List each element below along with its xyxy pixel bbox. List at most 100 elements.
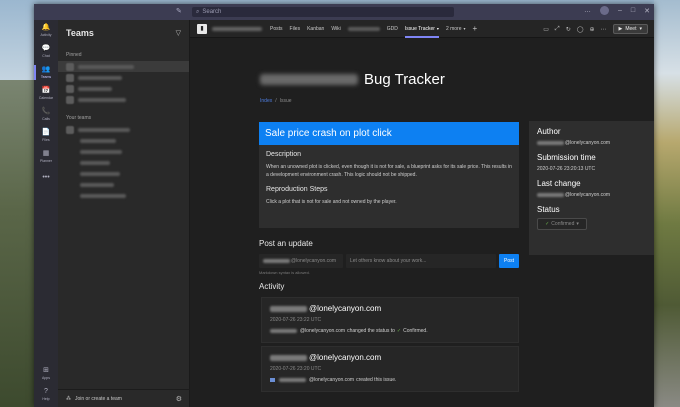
search-placeholder: Search bbox=[202, 9, 222, 15]
channel-item[interactable] bbox=[58, 157, 189, 168]
join-create-team-button[interactable]: ⁂ Join or create a team bbox=[66, 396, 122, 402]
your-teams-label: Your teams bbox=[66, 115, 92, 121]
tab-more[interactable]: 2 more ▾ bbox=[446, 20, 466, 38]
redacted-text bbox=[78, 97, 126, 102]
team-item[interactable] bbox=[58, 124, 189, 135]
rail-calendar[interactable]: 📅 Calendar bbox=[34, 83, 58, 104]
rail-calls[interactable]: 📞 Calls bbox=[34, 104, 58, 125]
page-title-text: Bug Tracker bbox=[364, 71, 445, 88]
issue-meta-panel: Author @lonelycanyon.com Submission time… bbox=[529, 121, 654, 255]
expand-icon[interactable]: ⤢ bbox=[555, 26, 560, 33]
activity-entry: @lonelycanyon.com 2020-07-26 23:20 UTC @… bbox=[261, 346, 519, 392]
tab-redacted[interactable] bbox=[347, 20, 380, 38]
avatar bbox=[66, 125, 74, 134]
breadcrumb-index-link[interactable]: Index bbox=[260, 98, 272, 104]
profile-avatar[interactable] bbox=[599, 6, 609, 15]
refresh-icon[interactable]: ↻ bbox=[566, 26, 571, 33]
rail-apps[interactable]: ⊞ Apps bbox=[34, 363, 58, 384]
maximize-icon[interactable]: □ bbox=[631, 7, 635, 14]
pinned-chat-item[interactable] bbox=[58, 72, 189, 83]
search-bar[interactable]: ⌕ Search bbox=[192, 7, 454, 17]
redacted-text bbox=[80, 193, 126, 198]
tab-posts[interactable]: Posts bbox=[270, 20, 283, 38]
phone-icon: 📞 bbox=[41, 108, 51, 115]
tab-files[interactable]: Files bbox=[290, 20, 301, 38]
pinned-chat-item[interactable] bbox=[58, 61, 189, 72]
settings-gear-icon[interactable]: ⚙ bbox=[176, 395, 182, 403]
activity-text: @lonelycanyon.com created this issue. bbox=[270, 377, 510, 383]
close-icon[interactable]: ✕ bbox=[644, 7, 650, 15]
channel-item[interactable] bbox=[58, 135, 189, 146]
activity-entry: @lonelycanyon.com 2020-07-26 23:22 UTC @… bbox=[261, 297, 519, 343]
rail-label: Files bbox=[42, 138, 50, 142]
rail-label: Activity bbox=[40, 33, 52, 37]
redacted-text bbox=[80, 160, 110, 165]
tab-kanban[interactable]: Kanban bbox=[307, 20, 324, 38]
channel-item[interactable] bbox=[58, 168, 189, 179]
poster-email: @lonelycanyon.com bbox=[291, 258, 337, 264]
tab-wiki[interactable]: Wiki bbox=[331, 20, 340, 38]
channel-item[interactable] bbox=[58, 190, 189, 201]
rail-planner[interactable]: ▦ Planner bbox=[34, 146, 58, 167]
redacted-text bbox=[78, 127, 130, 132]
redacted-channel-name bbox=[212, 26, 262, 31]
post-button[interactable]: Post bbox=[499, 254, 519, 268]
activity-time: 2020-07-26 23:22 UTC bbox=[270, 317, 322, 323]
app-rail: 🔔 Activity 💬 Chat 👥 Teams 📅 Calendar 📞 C… bbox=[34, 20, 58, 407]
update-input[interactable]: Let others know about your work... bbox=[346, 254, 496, 268]
more-icon: ••• bbox=[42, 173, 50, 181]
panel-title: Teams bbox=[66, 28, 94, 38]
meet-button[interactable]: ▶ Meet ▾ bbox=[612, 24, 648, 34]
channel-item[interactable] bbox=[58, 146, 189, 157]
conversation-icon[interactable]: ▭ bbox=[543, 26, 549, 33]
avatar bbox=[66, 84, 74, 93]
compose-icon[interactable]: ✎ bbox=[176, 7, 182, 15]
page-title: Bug Tracker bbox=[260, 71, 445, 88]
redacted-text bbox=[78, 86, 112, 91]
rail-help[interactable]: ? Help bbox=[34, 384, 58, 405]
description-text: When an unowned plot is clicked, even th… bbox=[266, 164, 512, 178]
pinned-label: Pinned bbox=[66, 52, 82, 58]
check-icon: ✓ bbox=[545, 221, 550, 227]
rail-more[interactable]: ••• bbox=[34, 167, 58, 188]
more-options-icon[interactable]: ⋯ bbox=[601, 26, 607, 33]
more-options-icon[interactable]: … bbox=[584, 7, 591, 14]
issue-title: Sale price crash on plot click bbox=[259, 122, 519, 145]
team-logo-icon: ▮ bbox=[197, 23, 207, 34]
add-tab-button[interactable]: + bbox=[473, 20, 478, 38]
redacted-text bbox=[80, 149, 122, 154]
redacted-text bbox=[80, 182, 114, 187]
title-bar: ✎ ⌕ Search … – □ ✕ bbox=[34, 4, 654, 20]
rail-chat[interactable]: 💬 Chat bbox=[34, 41, 58, 62]
status-dropdown[interactable]: ✓ Confirmed ▾ bbox=[537, 218, 587, 230]
tab-gdd[interactable]: GDD bbox=[387, 20, 398, 38]
poster-email-field: @lonelycanyon.com bbox=[259, 254, 343, 268]
repro-text: Click a plot that is not for sale and no… bbox=[266, 199, 397, 205]
minimize-icon[interactable]: – bbox=[618, 7, 622, 14]
filter-icon[interactable]: ▽ bbox=[176, 29, 181, 37]
rail-teams[interactable]: 👥 Teams bbox=[34, 62, 58, 83]
activity-action: changed the status to bbox=[347, 328, 395, 334]
pinned-chat-item[interactable] bbox=[58, 83, 189, 94]
video-camera-icon: ▶ bbox=[618, 26, 623, 32]
rail-activity[interactable]: 🔔 Activity bbox=[34, 20, 58, 41]
globe-icon[interactable]: ⊕ bbox=[589, 26, 594, 33]
activity-text-email: @lonelycanyon.com bbox=[309, 377, 355, 383]
join-label: Join or create a team bbox=[75, 395, 122, 402]
redacted-username bbox=[270, 354, 307, 361]
rail-bottom: ⊞ Apps ? Help bbox=[34, 363, 58, 405]
avatar bbox=[66, 62, 74, 71]
rail-files[interactable]: 📄 Files bbox=[34, 125, 58, 146]
redacted-text bbox=[78, 75, 122, 80]
tab-issue-tracker[interactable]: Issue Tracker ▾ bbox=[404, 20, 439, 38]
redacted-text bbox=[80, 171, 120, 176]
shield-icon[interactable]: ◯ bbox=[577, 26, 584, 33]
file-icon: 📄 bbox=[41, 129, 51, 136]
user-avatar-icon bbox=[270, 378, 275, 382]
desktop-wallpaper-right bbox=[654, 0, 680, 407]
redacted-username bbox=[270, 329, 297, 333]
channel-item[interactable] bbox=[58, 179, 189, 190]
status-label: Status bbox=[537, 205, 560, 214]
apps-icon: ⊞ bbox=[43, 367, 49, 374]
pinned-chat-item[interactable] bbox=[58, 94, 189, 105]
